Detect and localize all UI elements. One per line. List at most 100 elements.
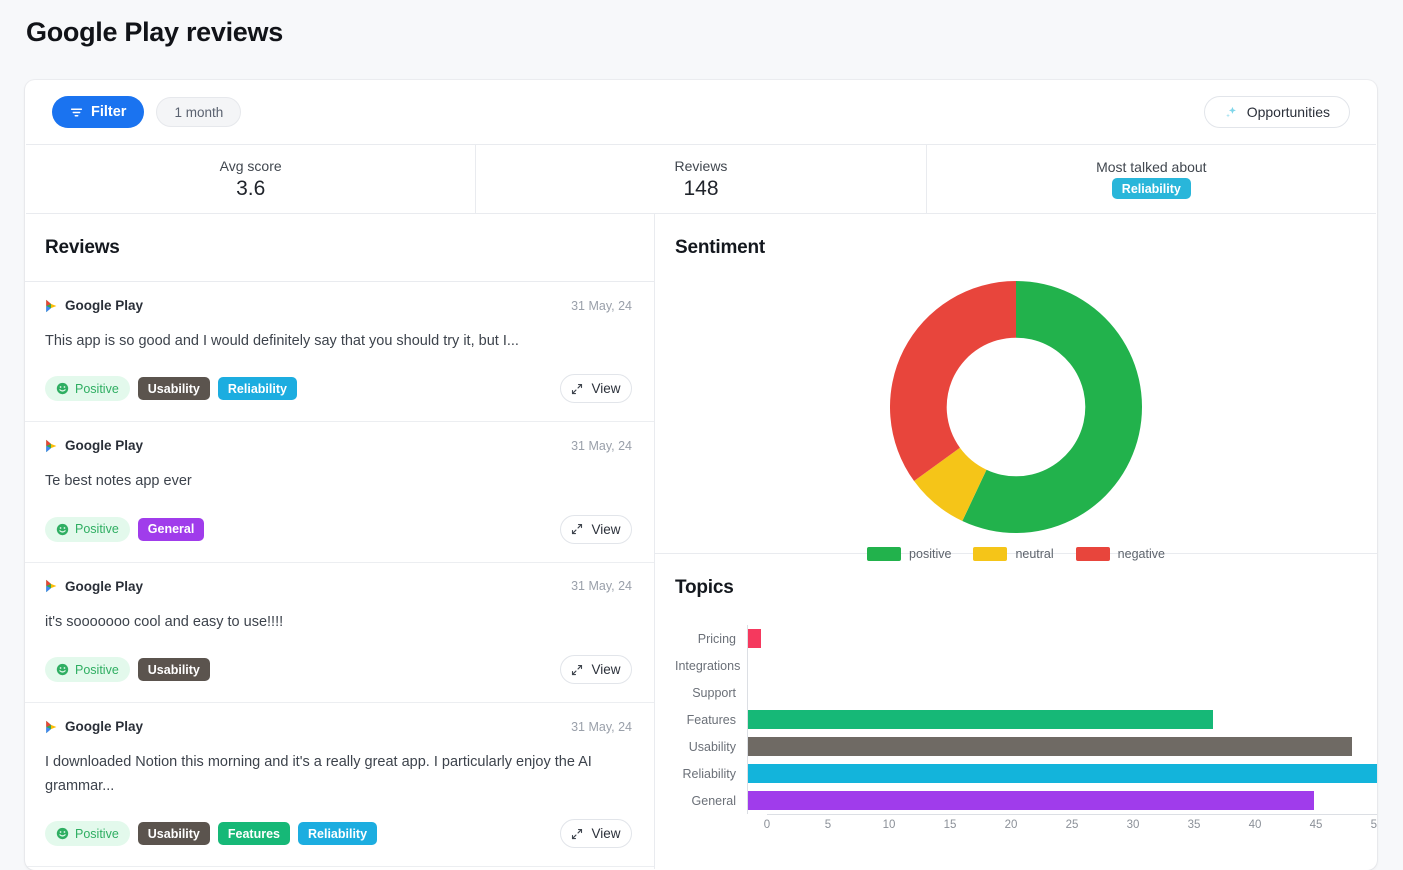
topic-tag[interactable]: Usability <box>137 658 210 682</box>
view-button[interactable]: View <box>560 374 632 404</box>
topic-bar-track <box>747 679 1377 706</box>
smiley-icon <box>56 827 69 840</box>
stat-value: 148 <box>683 176 719 200</box>
sentiment-badge: Positive <box>45 376 130 402</box>
review-text: I downloaded Notion this morning and it'… <box>45 754 592 794</box>
stats-row: Avg score 3.6 Reviews 148 Most talked ab… <box>26 144 1376 214</box>
google-play-icon <box>45 299 58 313</box>
topic-bar-fill[interactable] <box>748 737 1352 756</box>
view-button[interactable]: View <box>560 655 632 685</box>
topic-tag[interactable]: General <box>137 517 205 541</box>
stat-most-talked-about: Most talked about Reliability <box>927 145 1376 213</box>
axis-tick-label: 10 <box>882 819 896 831</box>
topics-section-title: Topics <box>675 577 734 598</box>
topic-tag[interactable]: Usability <box>137 822 210 846</box>
topic-bar-row: Integrations <box>675 652 1377 679</box>
topic-bar-track <box>747 787 1377 814</box>
opportunities-button[interactable]: Opportunities <box>1203 96 1350 128</box>
topic-bar-label: Pricing <box>697 631 736 646</box>
reviews-column: Reviews Google Play 31 May, 24 This app … <box>25 214 655 869</box>
review-card[interactable]: Google Play 31 May, 24 it's sooooooo coo… <box>25 563 654 704</box>
stat-value: 3.6 <box>236 176 266 200</box>
sentiment-badge: Positive <box>45 516 130 542</box>
sparkle-icon <box>1224 105 1239 120</box>
filter-button[interactable]: Filter <box>52 96 145 128</box>
topic-bar-track <box>747 733 1377 760</box>
review-source: Google Play <box>45 298 143 313</box>
review-text: it's sooooooo cool and easy to use!!!! <box>45 613 284 630</box>
view-button-label: View <box>591 662 621 678</box>
topic-tag[interactable]: Usability <box>137 377 210 401</box>
google-play-icon <box>45 720 58 734</box>
axis-tick-label: 45 <box>1309 819 1323 831</box>
stat-label: Most talked about <box>1096 159 1207 175</box>
sentiment-label: Positive <box>75 826 119 841</box>
axis-tick-label: 25 <box>1065 819 1079 831</box>
expand-icon <box>571 383 583 395</box>
topic-bar-fill[interactable] <box>748 629 761 648</box>
topic-bar-row: Support <box>675 679 1377 706</box>
view-button[interactable]: View <box>560 514 632 544</box>
review-list[interactable]: Google Play 31 May, 24 This app is so go… <box>25 282 654 869</box>
topics-panel: Topics Pricing Integrations Support Feature… <box>655 554 1377 869</box>
x-axis-ticks: 0 5 10 15 20 25 30 35 40 45 50 <box>763 815 1377 833</box>
review-source: Google Play <box>45 719 143 734</box>
view-button-label: View <box>591 521 621 537</box>
review-source-label: Google Play <box>65 298 144 313</box>
sentiment-badge: Positive <box>45 821 130 847</box>
topic-tag[interactable]: Reliability <box>217 377 297 401</box>
topics-bar-chart: Pricing Integrations Support Features Usabil… <box>655 625 1377 833</box>
filter-button-label: Filter <box>91 104 127 120</box>
status-badge: Reliability <box>1111 178 1191 199</box>
topic-bar-label: Integrations <box>675 658 741 673</box>
review-source-label: Google Play <box>65 438 144 454</box>
topic-bar-track <box>747 625 1377 652</box>
sentiment-panel: Sentiment positive neutral negative <box>655 214 1377 561</box>
topic-bar-track <box>747 652 1377 679</box>
review-header: Google Play 31 May, 24 <box>45 579 632 594</box>
review-card[interactable]: Google Play 31 May, 24 Te best notes app… <box>25 422 654 563</box>
sentiment-section-title: Sentiment <box>675 237 766 258</box>
sentiment-donut-chart: positive neutral negative <box>655 281 1377 561</box>
smiley-icon <box>56 663 69 676</box>
reviews-section-title: Reviews <box>25 214 654 282</box>
donut-svg <box>890 281 1142 533</box>
view-button-label: View <box>591 381 621 397</box>
topic-bar-label: Reliability <box>682 766 737 781</box>
axis-tick-label: 15 <box>943 819 957 831</box>
expand-icon <box>571 828 583 840</box>
review-source-label: Google Play <box>65 719 144 735</box>
topic-bar-row: Pricing <box>675 625 1377 652</box>
review-header: Google Play 31 May, 24 <box>45 438 632 453</box>
topic-tag[interactable]: Features <box>217 822 290 846</box>
analytics-column: Sentiment positive neutral negative Topics… <box>655 214 1377 869</box>
view-button-label: View <box>591 826 621 842</box>
content-area: Reviews Google Play 31 May, 24 This app … <box>25 214 1377 869</box>
review-header: Google Play 31 May, 24 <box>45 719 632 734</box>
review-text: Te best notes app ever <box>45 473 192 490</box>
smiley-icon <box>56 523 69 536</box>
axis-tick-label: 40 <box>1248 819 1262 831</box>
review-card[interactable]: Google Play 31 May, 24 This app is so go… <box>25 282 654 423</box>
topic-bar-fill[interactable] <box>748 710 1214 729</box>
topic-bar-track <box>747 760 1377 787</box>
axis-tick-label: 0 <box>763 819 771 831</box>
period-chip[interactable]: 1 month <box>156 97 242 127</box>
axis-tick-label: 30 <box>1126 819 1140 831</box>
topic-bar-label: Support <box>692 685 736 700</box>
sentiment-label: Positive <box>75 381 119 396</box>
topic-bar-track <box>747 706 1377 733</box>
smiley-icon <box>56 382 69 395</box>
sentiment-label: Positive <box>75 662 119 677</box>
view-button[interactable]: View <box>560 819 632 849</box>
topic-bar-row: Features <box>675 706 1377 733</box>
topic-bar-fill[interactable] <box>748 764 1377 783</box>
topic-tag[interactable]: Reliability <box>298 822 378 846</box>
review-card[interactable]: Google Play 31 May, 24 I downloaded Noti… <box>25 703 654 868</box>
topic-bar-fill[interactable] <box>748 791 1315 810</box>
donut-segment-negative[interactable] <box>890 281 1016 482</box>
review-date: 31 May, 24 <box>571 298 632 313</box>
filter-icon <box>70 106 83 119</box>
review-source: Google Play <box>45 438 143 453</box>
review-date: 31 May, 24 <box>571 579 632 594</box>
